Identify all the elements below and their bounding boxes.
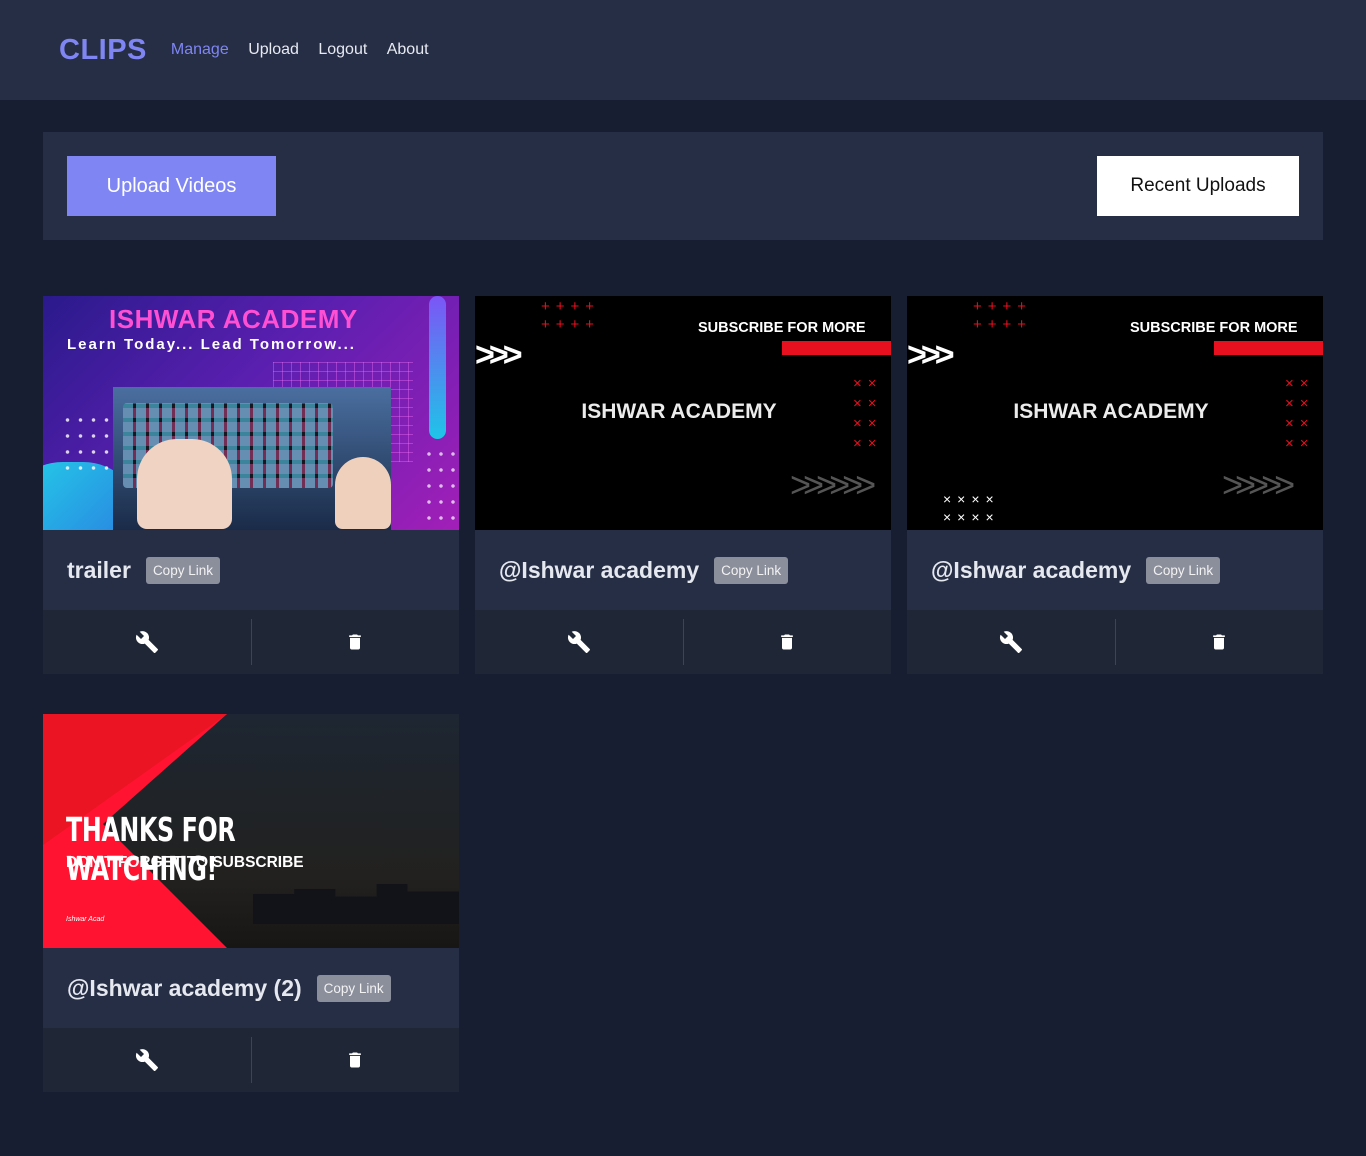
wrench-icon <box>135 631 158 653</box>
clip-title[interactable]: @Ishwar academy <box>499 557 699 584</box>
thumbnail-banner: SUBSCRIBE FOR MORE <box>1130 320 1298 336</box>
decorative-dots <box>61 412 113 480</box>
clip-card: ++++ ++++ >>> SUBSCRIBE FOR MORE ISHWAR A… <box>907 296 1323 674</box>
nav-link-logout[interactable]: Logout <box>318 41 367 58</box>
clip-card: THANKS FOR WATCHING! DON'T FORGET TO SUB… <box>43 714 459 1092</box>
decorative-crosses: ×××××××× <box>943 491 1000 525</box>
edit-button[interactable] <box>475 610 683 674</box>
clip-title[interactable]: @Ishwar academy (2) <box>67 975 302 1002</box>
thumbnail-heading: ISHWAR ACADEMY <box>1013 400 1209 423</box>
brand-logo[interactable]: CLIPS <box>59 34 147 67</box>
wrench-icon <box>567 631 590 653</box>
wrench-icon <box>999 631 1022 653</box>
clip-thumbnail[interactable]: ISHWAR ACADEMY Learn Today... Lead Tomor… <box>43 296 459 530</box>
delete-button[interactable] <box>252 610 460 674</box>
hand-image <box>335 457 391 529</box>
thumbnail-tagline: Learn Today... Lead Tomorrow... <box>67 336 356 353</box>
copy-link-button[interactable]: Copy Link <box>316 974 391 1002</box>
edit-button[interactable] <box>43 610 251 674</box>
clip-card: ++++ ++++ >>> SUBSCRIBE FOR MORE ISHWAR A… <box>475 296 891 674</box>
clip-thumbnail[interactable]: ++++ ++++ >>> SUBSCRIBE FOR MORE ISHWAR A… <box>475 296 891 530</box>
manage-toolbar: Upload Videos Recent Uploads <box>43 132 1323 240</box>
top-navbar: CLIPS Manage Upload Logout About <box>0 0 1366 100</box>
trash-icon <box>781 634 794 650</box>
thumbnail-subheading: DON'T FORGET TO SUBSCRIBE <box>66 854 304 871</box>
thumbnail-signature: Ishwar Acad <box>66 916 105 923</box>
clip-card: ISHWAR ACADEMY Learn Today... Lead Tomor… <box>43 296 459 674</box>
hand-image <box>137 439 232 529</box>
delete-button[interactable] <box>252 1028 460 1092</box>
decorative-chevrons: >>>>> <box>1222 464 1295 505</box>
clip-actions <box>43 1028 459 1092</box>
keyboard-photo <box>113 387 391 530</box>
thumbnail-banner: SUBSCRIBE FOR MORE <box>698 320 866 336</box>
clip-info: @Ishwar academy (2) Copy Link <box>43 948 459 1028</box>
decorative-crosses: ×××××××× <box>853 375 883 452</box>
trash-icon <box>349 1052 362 1068</box>
clip-info: @Ishwar academy Copy Link <box>475 530 891 610</box>
decorative-dots <box>423 446 459 530</box>
nav-link-manage[interactable]: Manage <box>171 41 229 58</box>
decorative-bar <box>429 296 446 439</box>
trash-icon <box>1213 634 1226 650</box>
decorative-bar <box>782 341 891 355</box>
clip-actions <box>475 610 891 674</box>
clip-actions <box>43 610 459 674</box>
nav-link-about[interactable]: About <box>387 41 429 58</box>
clip-info: trailer Copy Link <box>43 530 459 610</box>
decorative-plus: ++++ ++++ <box>973 298 1033 333</box>
clip-title[interactable]: @Ishwar academy <box>931 557 1131 584</box>
decorative-plus: ++++ ++++ <box>541 298 601 333</box>
edit-button[interactable] <box>907 610 1115 674</box>
recent-uploads-dropdown[interactable]: Recent Uploads <box>1097 156 1299 216</box>
clip-info: @Ishwar academy Copy Link <box>907 530 1323 610</box>
nav-links: Manage Upload Logout About <box>171 41 444 59</box>
copy-link-button[interactable]: Copy Link <box>714 556 789 584</box>
decorative-bar <box>1214 341 1323 355</box>
decorative-crosses: ×××××××× <box>1285 375 1315 452</box>
nav-link-upload[interactable]: Upload <box>248 41 299 58</box>
upload-videos-button[interactable]: Upload Videos <box>67 156 276 216</box>
trash-icon <box>349 634 362 650</box>
clip-thumbnail[interactable]: ++++ ++++ >>> SUBSCRIBE FOR MORE ISHWAR A… <box>907 296 1323 530</box>
wrench-icon <box>135 1049 158 1071</box>
thumbnail-heading: ISHWAR ACADEMY <box>109 304 358 334</box>
decorative-arrows: >>> <box>475 336 523 374</box>
clip-title[interactable]: trailer <box>67 557 131 584</box>
delete-button[interactable] <box>1116 610 1324 674</box>
copy-link-button[interactable]: Copy Link <box>145 556 220 584</box>
clip-actions <box>907 610 1323 674</box>
delete-button[interactable] <box>684 610 892 674</box>
edit-button[interactable] <box>43 1028 251 1092</box>
thumbnail-heading: THANKS FOR WATCHING! <box>66 810 236 888</box>
thumbnail-heading: ISHWAR ACADEMY <box>581 400 777 423</box>
clip-thumbnail[interactable]: THANKS FOR WATCHING! DON'T FORGET TO SUB… <box>43 714 459 948</box>
copy-link-button[interactable]: Copy Link <box>1146 556 1221 584</box>
decorative-arrows: >>> <box>907 336 955 374</box>
decorative-chevrons: >>>>>> <box>790 464 876 505</box>
